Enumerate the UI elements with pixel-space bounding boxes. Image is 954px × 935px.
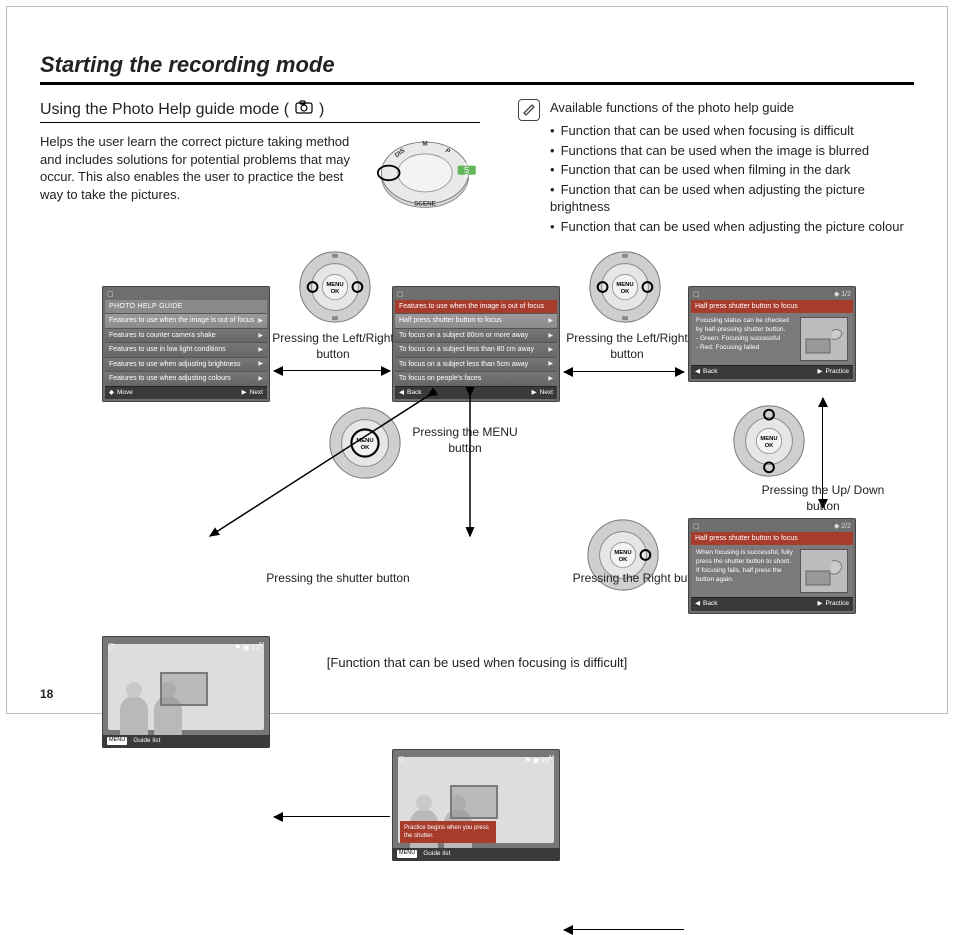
section-heading-text: Using the Photo Help guide mode ( (40, 99, 289, 121)
text-line: If focusing fails, half press the (696, 567, 794, 576)
lcd-title: PHOTO HELP GUIDE (105, 300, 267, 313)
list-item: To focus on a subject less than 80 cm aw… (395, 342, 557, 356)
page-number: 18 (40, 686, 53, 702)
label-left-right: Pressing the Left/Right button (268, 330, 398, 362)
text-line: - Green: Focusing successful (696, 335, 794, 344)
label-up-down: Pressing the Up/ Down button (758, 482, 888, 514)
svg-text:AUTO: AUTO (462, 163, 468, 178)
list-item: Features to use when the image is out of… (105, 313, 267, 327)
menu-badge: MENU (107, 737, 127, 744)
arrow-diagonal-icon (440, 386, 580, 546)
intro-paragraph: Helps the user learn the correct picture… (40, 133, 358, 211)
footer-text: Guide list (423, 850, 450, 859)
bullet-item: Function that can be used when adjusting… (550, 181, 914, 216)
bullet-item: Function that can be used when filming i… (550, 161, 914, 179)
list-item: Features to use when adjusting brightnes… (105, 357, 267, 371)
list-item: Half press shutter button to focus▶ (395, 313, 557, 327)
popup-text: Practice begins when you press the shutt… (400, 821, 496, 843)
section-heading-close: ) (319, 99, 324, 121)
note-title: Available functions of the photo help gu… (550, 99, 914, 117)
lcd-photo-practice: ▢⚑ ▣ 10M Practice begins when you press … (392, 749, 560, 861)
flow-caption: [Function that can be used when focusing… (40, 654, 914, 672)
bullet-item: Functions that can be used when the imag… (550, 142, 914, 160)
list-item: To focus on people's faces▶ (395, 371, 557, 385)
svg-text:OK: OK (331, 288, 341, 294)
bullet-item: Function that can be used when focusing … (550, 122, 914, 140)
bullet-item: Function that can be used when adjusting… (550, 218, 914, 236)
list-item: Features to counter camera shake▶ (105, 328, 267, 342)
svg-text:MENU: MENU (760, 436, 777, 442)
section-heading: Using the Photo Help guide mode ( ) (40, 99, 480, 124)
list-item: Features to use in low light conditions▶ (105, 342, 267, 356)
page-title: Starting the recording mode (40, 50, 914, 85)
svg-text:MENU: MENU (616, 282, 633, 288)
svg-text:MENU: MENU (326, 282, 343, 288)
guide-mode-icon: ▢ (107, 290, 114, 299)
lcd-title: Half press shutter button to focus (691, 532, 853, 545)
menu-dial-icon: MENUOK (296, 248, 374, 326)
illustration-thumb (800, 549, 848, 593)
text-line: press the shutter button to shoot. (696, 558, 794, 567)
menu-dial-icon: MENUOK (730, 402, 808, 480)
svg-text:OK: OK (621, 288, 631, 294)
menu-dial-icon: MENUOK (586, 248, 664, 326)
text-line: button again. (696, 576, 794, 585)
note-bullets: Function that can be used when focusing … (550, 122, 914, 235)
svg-text:SCENE: SCENE (414, 201, 436, 208)
lcd-footer: ◀ Back ▶ Practice (691, 597, 853, 611)
lcd-guide-page2: ▢◆ 2/2 Half press shutter button to focu… (688, 518, 856, 615)
double-arrow-icon (274, 370, 390, 371)
list-item: To focus on a subject 80cm or more away▶ (395, 328, 557, 342)
illustration-thumb (800, 317, 848, 361)
menu-badge: MENU (397, 850, 417, 857)
list-item: To focus on a subject less than 5cm away… (395, 357, 557, 371)
flow-diagram: MENUOK MENUOK ▢ PHOTO HELP GUIDE Feature… (40, 256, 914, 676)
text-line: by half-pressing shutter button. (696, 326, 794, 335)
left-arrow-icon (274, 816, 390, 817)
lcd-photo-result: ▢⚑ ▣ 10M MENUGuide list (102, 636, 270, 748)
list-item: Features to use when adjusting colours▶ (105, 371, 267, 385)
text-line: Focusing status can be checked (696, 317, 794, 326)
lcd-title: Features to use when the image is out of… (395, 300, 557, 313)
double-arrow-icon (564, 371, 684, 372)
label-shutter: Pressing the shutter button (258, 570, 418, 586)
svg-text:MENU: MENU (614, 550, 631, 556)
guide-mode-icon (295, 99, 313, 121)
lcd-title: Half press shutter button to focus (691, 300, 853, 313)
two-column-intro: Using the Photo Help guide mode ( ) Help… (40, 99, 914, 238)
lcd-footer: ◀ Back ▶ Practice (691, 365, 853, 379)
footer-text: Guide list (133, 737, 160, 746)
arrow-diagonal-icon (190, 386, 450, 546)
text-line: When focusing is successful, fully (696, 549, 794, 558)
left-arrow-icon (564, 929, 684, 930)
svg-text:OK: OK (765, 442, 775, 448)
svg-text:OK: OK (619, 556, 629, 562)
lcd-guide-page1: ▢◆ 1/2 Half press shutter button to focu… (688, 286, 856, 383)
note-icon (518, 99, 540, 121)
text-line: - Red: Focusing failed (696, 344, 794, 353)
svg-text:M: M (422, 141, 427, 148)
label-left-right: Pressing the Left/Right button (562, 330, 692, 362)
mode-dial-illustration: M P DIS SCENE AUTO (370, 133, 480, 211)
